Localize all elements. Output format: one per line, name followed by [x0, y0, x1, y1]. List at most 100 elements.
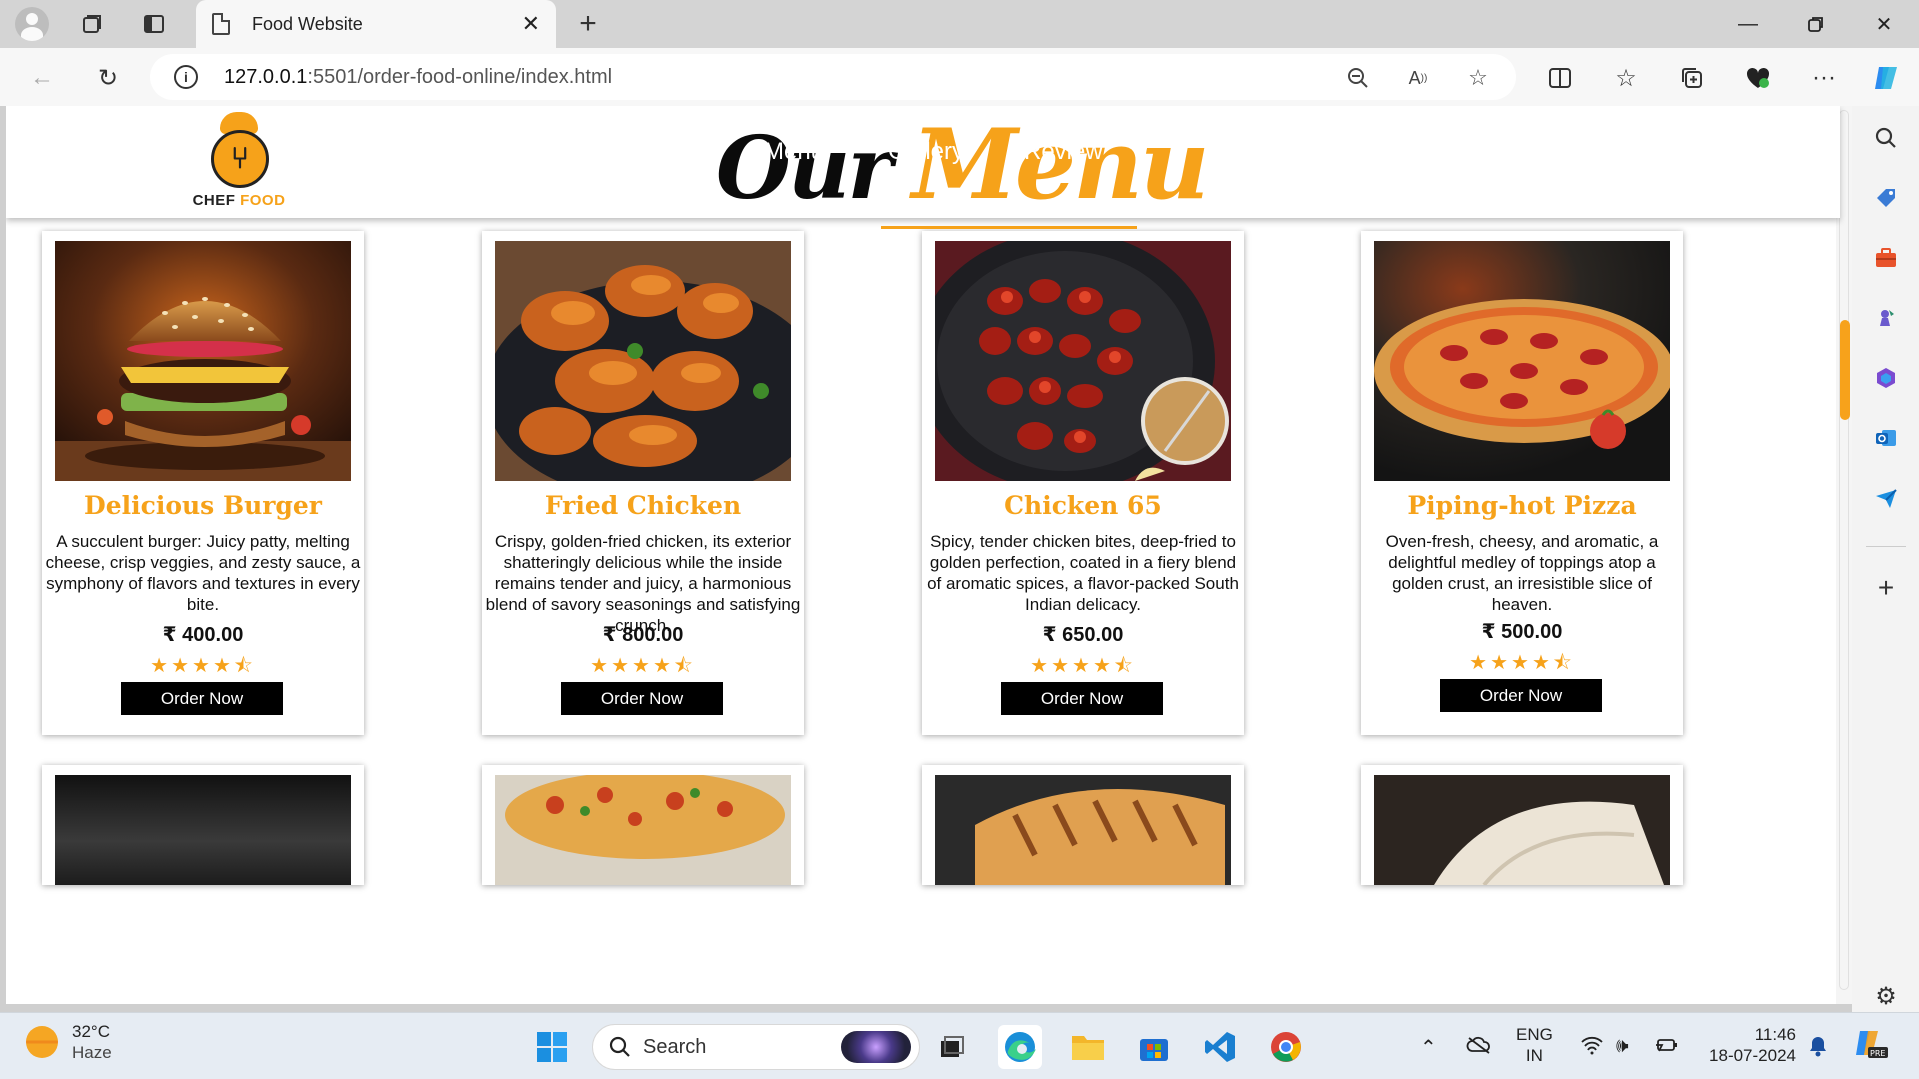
- file-explorer-icon[interactable]: [1066, 1025, 1110, 1069]
- order-now-button[interactable]: Order Now: [1440, 679, 1602, 712]
- outlook-icon[interactable]: [1870, 422, 1902, 454]
- profile-icon[interactable]: [14, 6, 50, 42]
- burger-image: [55, 241, 351, 481]
- microsoft-store-icon[interactable]: [1132, 1025, 1176, 1069]
- language-indicator[interactable]: ENG IN: [1516, 1024, 1553, 1066]
- tab-actions-icon[interactable]: [136, 6, 172, 42]
- haze-weather-icon: [26, 1026, 58, 1058]
- order-now-button[interactable]: Order Now: [1001, 682, 1163, 715]
- sandwich-image: [935, 775, 1231, 885]
- site-logo[interactable]: ⑂ CHEF FOOD: [184, 112, 294, 212]
- info-icon[interactable]: i: [174, 65, 198, 89]
- menu-card: [482, 765, 804, 885]
- page-scrollbar[interactable]: [1836, 106, 1852, 1004]
- weather-temperature: 32°C: [72, 1022, 110, 1041]
- collections-icon[interactable]: [1672, 58, 1712, 98]
- order-now-button[interactable]: Order Now: [561, 682, 723, 715]
- chrome-icon[interactable]: [1264, 1025, 1308, 1069]
- nav-link-gallery[interactable]: Gallery: [888, 138, 964, 166]
- taskbar-search[interactable]: Search: [592, 1024, 920, 1070]
- add-sidebar-app-icon[interactable]: +: [1870, 572, 1902, 604]
- new-tab-icon[interactable]: +: [570, 6, 606, 42]
- search-icon[interactable]: [1870, 122, 1902, 154]
- pizza-image: [1374, 241, 1670, 481]
- scrollbar-thumb[interactable]: [1840, 320, 1850, 420]
- more-icon[interactable]: ···: [1804, 58, 1844, 98]
- item-price: ₹ 800.00: [602, 624, 684, 646]
- address-toolbar: ← ↻ i 127.0.0.1:5501/order-food-online/i…: [0, 48, 1919, 106]
- item-name: Piping-hot Pizza: [1407, 491, 1637, 520]
- browser-titlebar: Food Website ✕ + — ✕: [0, 0, 1919, 48]
- menu-card: [1361, 765, 1683, 885]
- favorites-icon[interactable]: ☆: [1606, 58, 1646, 98]
- menu-card: [42, 765, 364, 885]
- item-description: A succulent burger: Juicy patty, melting…: [45, 532, 361, 614]
- tools-icon[interactable]: [1870, 242, 1902, 274]
- svg-text:PRE: PRE: [1870, 1049, 1885, 1058]
- sidebar-settings-gear-icon[interactable]: ⚙: [1870, 980, 1902, 1012]
- menu-card: [922, 765, 1244, 885]
- menu-card: Piping-hot Pizza Oven-fresh, cheesy, and…: [1361, 231, 1683, 735]
- star-rating-icon: ★★★★⯪: [150, 655, 256, 677]
- wifi-icon[interactable]: [1580, 1035, 1604, 1061]
- zoom-out-icon[interactable]: [1340, 60, 1376, 96]
- nav-link-review[interactable]: Review: [1024, 138, 1103, 166]
- weather-condition: Haze: [72, 1043, 112, 1062]
- favorite-star-icon[interactable]: ☆: [1460, 60, 1496, 96]
- refresh-icon[interactable]: ↻: [88, 58, 128, 98]
- send-icon[interactable]: [1870, 482, 1902, 514]
- notification-bell-icon[interactable]: [1808, 1035, 1828, 1063]
- edge-sidebar: + ⚙: [1852, 106, 1919, 1012]
- browser-tab-active[interactable]: Food Website ✕: [196, 0, 556, 48]
- item-price: ₹ 650.00: [1042, 624, 1124, 646]
- copilot-preview-icon[interactable]: PRE: [1854, 1029, 1888, 1065]
- nav-link-menu[interactable]: Menu: [764, 138, 824, 166]
- wrap-image: [1374, 775, 1670, 885]
- shopping-tag-icon[interactable]: [1870, 182, 1902, 214]
- chevron-up-icon[interactable]: ⌃: [1420, 1035, 1437, 1060]
- fried-chicken-image: [495, 241, 791, 481]
- menu-item-image: [55, 775, 351, 885]
- pasta-image: [495, 775, 791, 885]
- edge-browser-icon[interactable]: [998, 1025, 1042, 1069]
- url-host: 127.0.0.1: [224, 65, 308, 88]
- minimize-icon[interactable]: —: [1714, 0, 1782, 48]
- clock[interactable]: 11:46 18-07-2024: [1700, 1024, 1796, 1066]
- back-icon[interactable]: ←: [22, 58, 62, 98]
- task-view-icon[interactable]: [930, 1025, 974, 1069]
- menu-card: Chicken 65 Spicy, tender chicken bites, …: [922, 231, 1244, 735]
- search-highlight-art: [841, 1031, 911, 1063]
- logo-text: CHEF FOOD: [192, 192, 286, 209]
- restore-icon[interactable]: [1782, 0, 1850, 48]
- workspaces-icon[interactable]: [74, 6, 110, 42]
- sidebar-divider: [1866, 546, 1906, 547]
- item-description: Oven-fresh, cheesy, and aromatic, a deli…: [1385, 532, 1659, 614]
- search-label: Search: [643, 1035, 707, 1058]
- item-price: ₹ 400.00: [162, 624, 244, 646]
- vscode-icon[interactable]: [1198, 1025, 1242, 1069]
- star-rating-icon: ★★★★⯪: [590, 655, 696, 677]
- heading-our: Our: [716, 118, 893, 219]
- weather-widget[interactable]: 32°C Haze: [26, 1021, 112, 1063]
- browser-essentials-icon[interactable]: [1738, 58, 1778, 98]
- url-path: :5501/order-food-online/index.html: [307, 65, 613, 88]
- close-window-icon[interactable]: ✕: [1850, 0, 1918, 48]
- copilot-icon[interactable]: [1866, 58, 1906, 98]
- page-icon: [212, 13, 230, 35]
- read-aloud-icon[interactable]: A)): [1400, 60, 1436, 96]
- games-icon[interactable]: [1870, 302, 1902, 334]
- microsoft-365-icon[interactable]: [1870, 362, 1902, 394]
- split-screen-icon[interactable]: [1540, 58, 1580, 98]
- chicken-65-image: [935, 241, 1231, 481]
- onedrive-icon[interactable]: [1466, 1035, 1492, 1061]
- star-rating-icon: ★★★★⯪: [1030, 655, 1136, 677]
- battery-icon[interactable]: [1652, 1035, 1678, 1061]
- item-name: Delicious Burger: [84, 491, 322, 520]
- item-name: Fried Chicken: [544, 491, 742, 520]
- close-tab-icon[interactable]: ✕: [522, 11, 540, 37]
- address-bar[interactable]: i 127.0.0.1:5501/order-food-online/index…: [150, 54, 1516, 100]
- order-now-button[interactable]: Order Now: [121, 682, 283, 715]
- clock-date: 18-07-2024: [1709, 1046, 1796, 1065]
- volume-icon[interactable]: 🕪: [1616, 1035, 1629, 1058]
- windows-start-icon[interactable]: [530, 1025, 574, 1069]
